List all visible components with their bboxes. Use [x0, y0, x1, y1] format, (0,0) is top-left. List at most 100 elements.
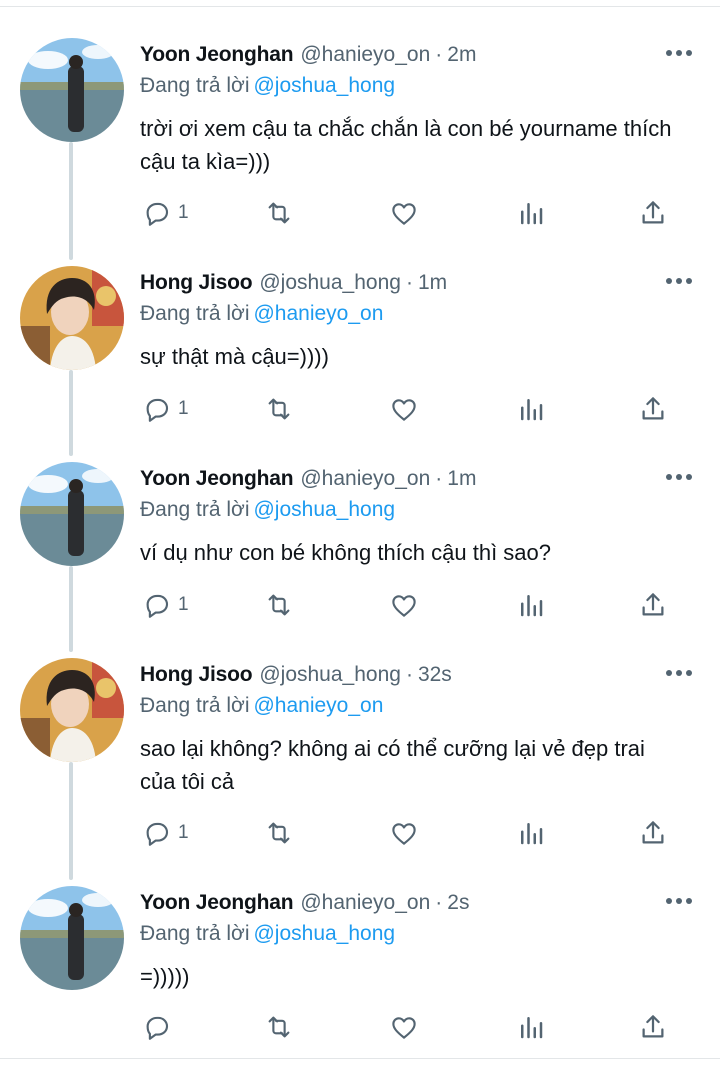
avatar[interactable] [20, 462, 124, 566]
views-button[interactable] [516, 196, 546, 230]
action-bar: 1 [140, 196, 680, 230]
heart-icon [392, 399, 416, 421]
user-handle[interactable]: @joshua_hong [259, 271, 401, 295]
views-button[interactable] [516, 588, 546, 622]
retweet-icon [268, 1016, 290, 1038]
avatar[interactable] [20, 266, 124, 370]
tweet-header: Hong Jisoo @joshua_hong · 1m [140, 266, 447, 300]
retweet-button[interactable] [262, 588, 296, 622]
avatar[interactable] [20, 38, 124, 142]
reply-context: Đang trả lời @hanieyo_on [140, 694, 383, 718]
bottom-divider [0, 1058, 720, 1059]
tweet-text: =))))) [140, 964, 190, 989]
heart-icon [392, 1017, 416, 1039]
more-icon[interactable] [664, 894, 694, 908]
tweet-text: sao lại không? không ai có thể cưỡng lại… [140, 736, 645, 794]
tweet-text: trời ơi xem cậu ta chắc chắn là con bé y… [140, 116, 672, 174]
share-icon [642, 821, 664, 844]
reply-button[interactable]: 1 [142, 816, 189, 850]
thread-line [69, 370, 73, 456]
share-icon [642, 201, 664, 224]
separator-dot: · [435, 43, 443, 66]
like-button[interactable] [388, 816, 420, 850]
thread-line [69, 566, 73, 652]
reply-prefix: Đang trả lời [140, 74, 250, 97]
tweet-header: Yoon Jeonghan @hanieyo_on · 2s [140, 886, 469, 920]
reply-icon [146, 822, 169, 846]
retweet-icon [268, 202, 290, 224]
display-name[interactable]: Hong Jisoo [140, 271, 253, 295]
reply-prefix: Đang trả lời [140, 694, 250, 717]
mention-link[interactable]: @joshua_hong [253, 922, 395, 945]
reply-prefix: Đang trả lời [140, 302, 250, 325]
retweet-button[interactable] [262, 816, 296, 850]
retweet-icon [268, 398, 290, 420]
reply-context: Đang trả lời @hanieyo_on [140, 302, 383, 326]
retweet-button[interactable] [262, 1010, 296, 1044]
reply-prefix: Đang trả lời [140, 498, 250, 521]
reply-button[interactable]: 1 [142, 196, 189, 230]
analytics-icon [521, 399, 543, 421]
user-handle[interactable]: @hanieyo_on [300, 891, 430, 915]
share-button[interactable] [638, 392, 668, 426]
analytics-icon [521, 823, 543, 845]
user-handle[interactable]: @hanieyo_on [300, 43, 430, 67]
display-name[interactable]: Yoon Jeonghan [140, 467, 294, 491]
timestamp[interactable]: 2s [447, 891, 469, 915]
heart-icon [392, 595, 416, 617]
like-button[interactable] [388, 1010, 420, 1044]
more-icon[interactable] [664, 274, 694, 288]
reply-count: 1 [178, 398, 189, 419]
display-name[interactable]: Yoon Jeonghan [140, 891, 294, 915]
views-button[interactable] [516, 392, 546, 426]
timestamp[interactable]: 1m [418, 271, 447, 295]
user-handle[interactable]: @joshua_hong [259, 663, 401, 687]
tweet-header: Yoon Jeonghan @hanieyo_on · 1m [140, 462, 476, 496]
heart-icon [392, 823, 416, 845]
like-button[interactable] [388, 588, 420, 622]
avatar[interactable] [20, 886, 124, 990]
separator-dot: · [435, 891, 443, 914]
share-icon [642, 397, 664, 420]
action-bar [140, 1010, 680, 1044]
analytics-icon [521, 595, 543, 617]
share-button[interactable] [638, 1010, 668, 1044]
retweet-button[interactable] [262, 392, 296, 426]
thread-line [69, 142, 73, 260]
retweet-icon [268, 822, 290, 844]
timestamp[interactable]: 1m [447, 467, 476, 491]
reply-button[interactable]: 1 [142, 588, 189, 622]
share-button[interactable] [638, 588, 668, 622]
retweet-button[interactable] [262, 196, 296, 230]
timestamp[interactable]: 32s [418, 663, 452, 687]
views-button[interactable] [516, 816, 546, 850]
views-button[interactable] [516, 1010, 546, 1044]
share-button[interactable] [638, 816, 668, 850]
more-icon[interactable] [664, 470, 694, 484]
thread-line [69, 762, 73, 880]
like-button[interactable] [388, 196, 420, 230]
display-name[interactable]: Yoon Jeonghan [140, 43, 294, 67]
more-icon[interactable] [664, 666, 694, 680]
separator-dot: · [405, 663, 413, 686]
reply-count: 1 [178, 594, 189, 615]
like-button[interactable] [388, 392, 420, 426]
more-icon[interactable] [664, 46, 694, 60]
action-bar: 1 [140, 816, 680, 850]
separator-dot: · [435, 467, 443, 490]
user-handle[interactable]: @hanieyo_on [300, 467, 430, 491]
tweet-header: Yoon Jeonghan @hanieyo_on · 2m [140, 38, 476, 72]
reply-button[interactable] [142, 1010, 178, 1044]
share-button[interactable] [638, 196, 668, 230]
mention-link[interactable]: @hanieyo_on [253, 694, 383, 717]
reply-context: Đang trả lời @joshua_hong [140, 498, 395, 522]
display-name[interactable]: Hong Jisoo [140, 663, 253, 687]
avatar[interactable] [20, 658, 124, 762]
mention-link[interactable]: @hanieyo_on [253, 302, 383, 325]
reply-count: 1 [178, 202, 189, 223]
mention-link[interactable]: @joshua_hong [253, 498, 395, 521]
timestamp[interactable]: 2m [447, 43, 476, 67]
reply-button[interactable]: 1 [142, 392, 189, 426]
mention-link[interactable]: @joshua_hong [253, 74, 395, 97]
analytics-icon [521, 1017, 543, 1039]
